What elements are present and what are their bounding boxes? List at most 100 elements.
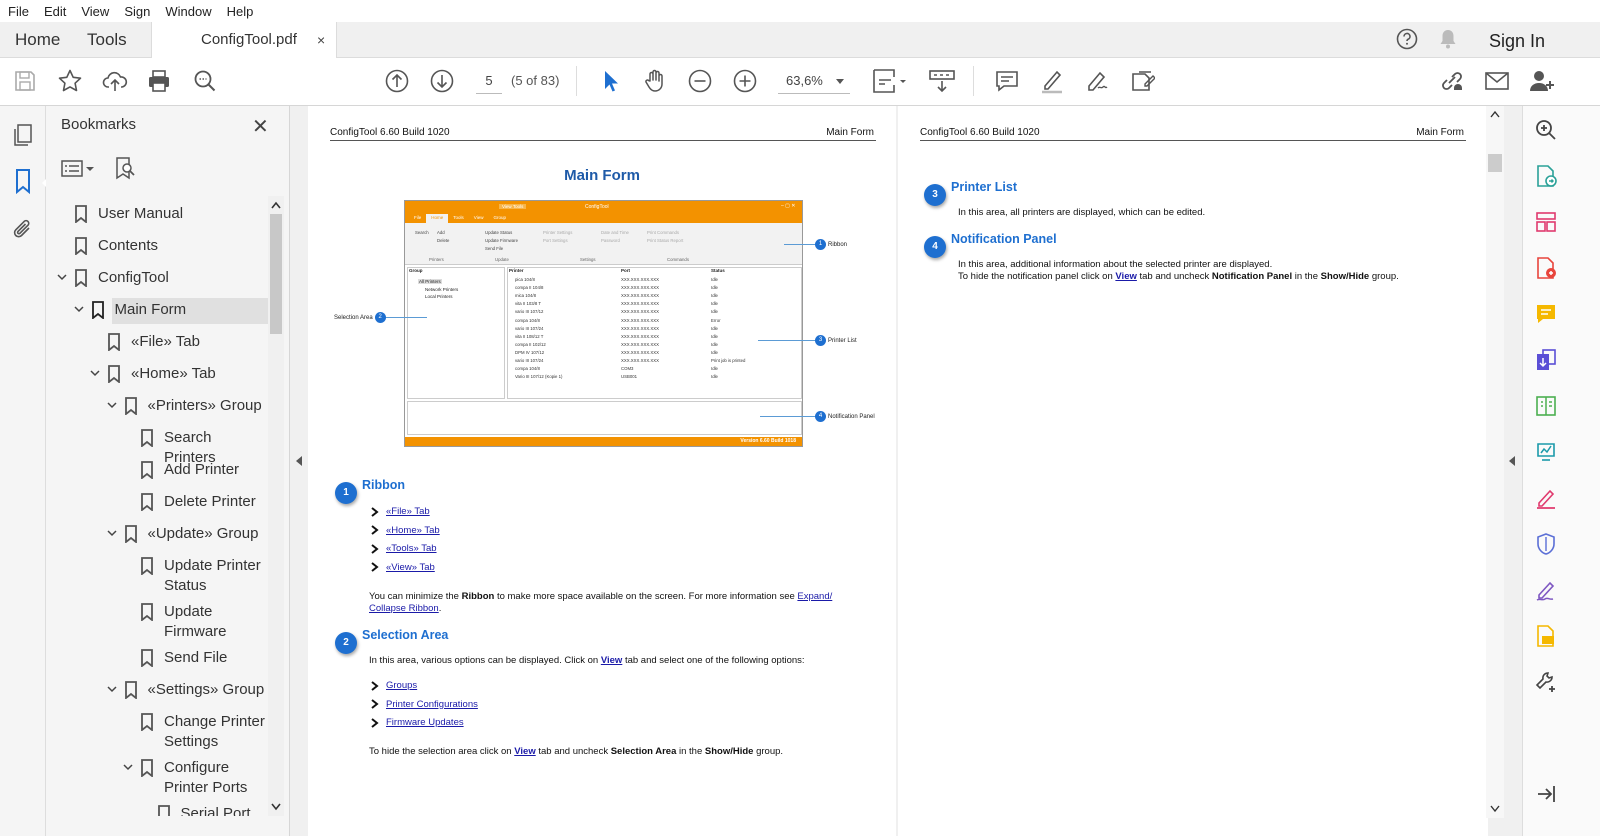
menu-file[interactable]: File (8, 4, 29, 19)
comment-tool-icon[interactable] (1534, 302, 1558, 326)
sign-icon[interactable] (1534, 486, 1558, 510)
bookmark-scroll-thumb[interactable] (270, 214, 282, 334)
tab-tools[interactable]: Tools (87, 22, 127, 58)
document-scroll-thumb[interactable] (1488, 154, 1502, 172)
chevron-down-icon[interactable] (106, 399, 118, 411)
expand-collapse-link-2[interactable]: Collapse Ribbon (369, 603, 439, 614)
send-for-comments-icon[interactable] (1534, 624, 1558, 648)
protect-icon[interactable] (1534, 532, 1558, 556)
document-scrollbar[interactable] (1486, 106, 1504, 818)
cloud-upload-icon[interactable] (102, 68, 128, 94)
menu-edit[interactable]: Edit (44, 4, 66, 19)
section-link[interactable]: «Tools» Tab (386, 543, 437, 554)
email-icon[interactable] (1484, 68, 1510, 94)
star-icon[interactable] (57, 68, 83, 94)
menu-window[interactable]: Window (165, 4, 211, 19)
section-link[interactable]: «View» Tab (386, 562, 435, 573)
bookmark-item[interactable]: «File» Tab (46, 332, 268, 354)
help-icon[interactable] (1396, 28, 1418, 50)
view-link[interactable]: View (601, 655, 622, 666)
save-icon[interactable] (12, 68, 38, 94)
bookmark-icon[interactable] (11, 168, 35, 194)
share-link-icon[interactable] (1439, 68, 1465, 94)
bookmark-item[interactable]: «Home» Tab (46, 364, 268, 386)
view-link[interactable]: View (1115, 271, 1136, 282)
bookmark-item[interactable]: «Settings» Group (46, 680, 268, 702)
scroll-up-icon[interactable] (1489, 109, 1501, 119)
attachment-icon[interactable] (11, 217, 35, 241)
chevron-down-icon[interactable] (89, 367, 101, 379)
chevron-down-icon[interactable] (106, 527, 118, 539)
request-signature-icon[interactable] (1534, 578, 1558, 602)
bookmark-item[interactable]: Send File (46, 648, 268, 670)
view-link[interactable]: View (514, 746, 535, 757)
section-link[interactable]: «Home» Tab (386, 525, 440, 536)
more-tools-icon[interactable] (1534, 670, 1558, 694)
section-link[interactable]: Printer Configurations (386, 699, 478, 710)
draw-icon[interactable] (1084, 68, 1110, 94)
bookmark-item[interactable]: Serial Port (46, 804, 268, 816)
menu-view[interactable]: View (81, 4, 109, 19)
collapse-tools-icon[interactable] (1534, 782, 1558, 806)
zoom-out-icon[interactable] (687, 68, 713, 94)
hand-icon[interactable] (642, 68, 668, 94)
zoom-select[interactable]: 63,6% (778, 70, 850, 94)
bookmark-item[interactable]: Update Printer Status (46, 556, 268, 600)
section-link[interactable]: Groups (386, 680, 417, 691)
section-link[interactable]: Firmware Updates (386, 717, 464, 728)
zoom-in-icon[interactable] (732, 68, 758, 94)
sign-in-button[interactable]: Sign In (1489, 22, 1545, 60)
page-up-icon[interactable] (384, 68, 410, 94)
collapse-left-icon[interactable] (296, 456, 302, 466)
scroll-down-icon[interactable] (270, 802, 282, 812)
tab-home[interactable]: Home (15, 22, 60, 58)
bookmark-item[interactable]: Change Printer Settings (46, 712, 268, 756)
scroll-mode-icon[interactable] (928, 68, 956, 94)
page-number-input[interactable]: 5 (476, 70, 502, 94)
edit-text-icon[interactable] (1129, 68, 1155, 94)
tab-document[interactable]: ConfigTool.pdf × (151, 22, 337, 59)
fit-page-icon[interactable] (871, 68, 909, 94)
expand-collapse-link[interactable]: Expand/ (797, 591, 832, 602)
close-icon[interactable]: ✕ (252, 114, 269, 139)
highlight-icon[interactable] (1039, 68, 1065, 94)
bookmark-item[interactable]: Main Form (46, 298, 268, 324)
menu-sign[interactable]: Sign (124, 4, 150, 19)
comment-icon[interactable] (994, 68, 1020, 94)
bookmark-options-icon[interactable] (60, 158, 100, 180)
chevron-down-icon[interactable] (122, 761, 134, 773)
chevron-down-icon[interactable] (73, 303, 85, 315)
organize-pages-icon[interactable] (1534, 210, 1558, 234)
find-bookmark-icon[interactable] (113, 156, 137, 180)
bookmark-item[interactable]: Configure Printer Ports (46, 758, 268, 802)
pages-icon[interactable] (11, 123, 35, 147)
bookmark-item[interactable]: Contents (46, 236, 268, 258)
chevron-down-icon[interactable] (56, 271, 68, 283)
scroll-down-icon[interactable] (1489, 804, 1501, 814)
bookmark-item[interactable]: Delete Printer (46, 492, 268, 514)
export-pdf-icon[interactable] (1534, 164, 1558, 188)
page-down-icon[interactable] (429, 68, 455, 94)
section-link[interactable]: «File» Tab (386, 506, 430, 517)
bell-icon[interactable] (1438, 28, 1458, 50)
menu-help[interactable]: Help (227, 4, 254, 19)
bookmark-item[interactable]: «Update» Group (46, 524, 268, 546)
scroll-up-icon[interactable] (270, 200, 282, 210)
bookmark-item[interactable]: User Manual (46, 204, 268, 226)
print-icon[interactable] (146, 68, 172, 94)
edit-pdf-icon[interactable] (1534, 394, 1558, 418)
zoom-tool-icon[interactable] (1534, 118, 1558, 142)
bookmark-item[interactable]: Update Firmware (46, 602, 268, 646)
tab-close-icon[interactable]: × (317, 22, 325, 58)
bookmark-item[interactable]: Search Printers (46, 428, 268, 466)
bookmark-item[interactable]: «Printers» Group (46, 396, 268, 418)
bookmark-item[interactable]: Add Printer (46, 460, 268, 482)
chevron-down-icon[interactable] (106, 683, 118, 695)
fill-sign-icon[interactable] (1534, 440, 1558, 464)
combine-files-icon[interactable] (1534, 348, 1558, 372)
bookmark-item[interactable]: ConfigTool (46, 268, 268, 290)
select-cursor-icon[interactable] (597, 68, 623, 94)
search-icon[interactable] (192, 68, 218, 94)
collapse-right-icon[interactable] (1509, 456, 1515, 466)
add-user-icon[interactable] (1529, 68, 1555, 94)
